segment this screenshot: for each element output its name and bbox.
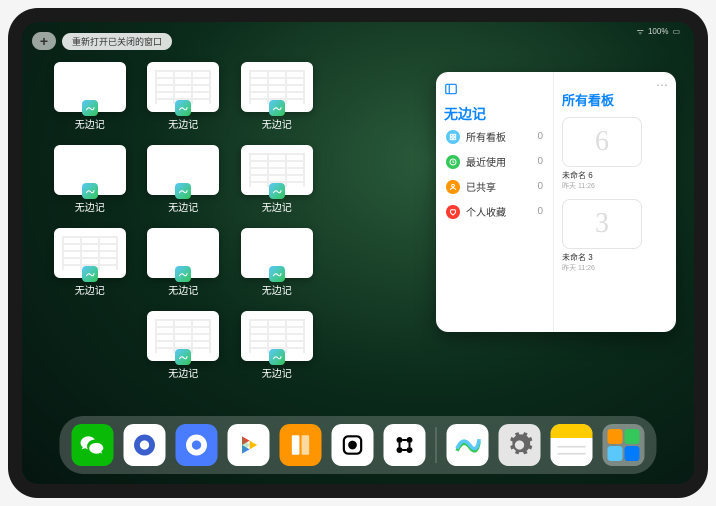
board-item[interactable]: 6 未命名 6昨天 11:26 — [562, 117, 668, 191]
dock-app-wechat[interactable] — [72, 424, 114, 466]
reopen-closed-window-button[interactable]: 重新打开已关闭的窗口 — [62, 33, 172, 50]
sidebar-item-clock[interactable]: 最近使用 0 — [444, 149, 545, 174]
app-window-freeform[interactable]: 无边记 所有看板0最近使用0已共享0个人收藏0 ⋯ 所有看板 6未命名 6昨天 … — [436, 72, 676, 332]
content-title: 所有看板 — [562, 90, 668, 109]
dock — [60, 416, 657, 474]
clock-icon — [446, 155, 460, 169]
board-name: 未命名 3 — [562, 252, 668, 263]
sidebar-toggle-icon[interactable] — [444, 82, 458, 96]
screen: ᯤ 100% ▭ + 重新打开已关闭的窗口 无边记无边记无边记无边记无边记无边记… — [22, 22, 694, 484]
dock-app-freeform[interactable] — [447, 424, 489, 466]
dock-app-play[interactable] — [228, 424, 270, 466]
board-time: 昨天 11:26 — [562, 181, 668, 191]
window-thumbnail[interactable]: 无边记 — [144, 62, 224, 131]
freeform-app-icon — [82, 183, 98, 199]
window-label: 无边记 — [262, 199, 292, 214]
freeform-app-icon — [175, 349, 191, 365]
freeform-app-icon — [175, 100, 191, 116]
sidebar-item-label: 最近使用 — [466, 154, 506, 169]
window-label: 无边记 — [75, 199, 105, 214]
ipad-frame: ᯤ 100% ▭ + 重新打开已关闭的窗口 无边记无边记无边记无边记无边记无边记… — [8, 8, 708, 498]
window-label: 无边记 — [168, 116, 198, 131]
board-item[interactable]: 3 未命名 3昨天 11:26 — [562, 199, 668, 273]
window-thumbnail[interactable]: 无边记 — [144, 311, 224, 380]
freeform-app-icon — [82, 266, 98, 282]
sidebar-item-count: 0 — [537, 206, 543, 217]
dock-app-settings[interactable] — [499, 424, 541, 466]
window-label: 无边记 — [262, 116, 292, 131]
sidebar-item-person[interactable]: 已共享 0 — [444, 174, 545, 199]
window-thumbnail[interactable]: 无边记 — [237, 228, 317, 297]
sidebar-item-label: 已共享 — [466, 179, 496, 194]
board-thumbnail: 6 — [562, 117, 642, 167]
status-bar: ᯤ 100% ▭ — [637, 26, 680, 37]
freeform-app-icon — [269, 266, 285, 282]
window-label: 无边记 — [168, 282, 198, 297]
sidebar-item-heart[interactable]: 个人收藏 0 — [444, 199, 545, 224]
dock-folder[interactable] — [603, 424, 645, 466]
dock-app-notes[interactable] — [551, 424, 593, 466]
sidebar-item-count: 0 — [537, 156, 543, 167]
dock-app-quark[interactable] — [176, 424, 218, 466]
window-thumbnail[interactable]: 无边记 — [144, 145, 224, 214]
sidebar-item-grid[interactable]: 所有看板 0 — [444, 124, 545, 149]
freeform-app-icon — [269, 100, 285, 116]
sidebar: 无边记 所有看板 0 最近使用 0 已共享 0 个人收藏 0 — [436, 72, 554, 332]
window-thumbnail[interactable]: 无边记 — [144, 228, 224, 297]
main-content: ⋯ 所有看板 6未命名 6昨天 11:263未命名 3昨天 11:26 — [554, 72, 676, 332]
freeform-app-icon — [269, 349, 285, 365]
sidebar-item-count: 0 — [537, 181, 543, 192]
window-thumbnail[interactable]: 无边记 — [237, 311, 317, 380]
board-name: 未命名 6 — [562, 170, 668, 181]
more-icon[interactable]: ⋯ — [562, 82, 668, 88]
window-thumbnail[interactable]: 无边记 — [50, 145, 130, 214]
person-icon — [446, 180, 460, 194]
window-thumbnail[interactable]: 无边记 — [237, 145, 317, 214]
window-thumbnail[interactable]: 无边记 — [50, 228, 130, 297]
sidebar-item-label: 个人收藏 — [466, 204, 506, 219]
window-label: 无边记 — [168, 365, 198, 380]
grid-icon — [446, 130, 460, 144]
window-label: 无边记 — [75, 282, 105, 297]
freeform-app-icon — [82, 100, 98, 116]
window-label: 无边记 — [168, 199, 198, 214]
wifi-icon: ᯤ — [637, 26, 644, 37]
dock-app-scan[interactable] — [384, 424, 426, 466]
stage-manager-grid: 无边记无边记无边记无边记无边记无边记无边记无边记无边记无边记无边记 — [50, 62, 410, 380]
dock-app-dice[interactable] — [332, 424, 374, 466]
window-thumbnail[interactable]: 无边记 — [50, 62, 130, 131]
sidebar-item-label: 所有看板 — [466, 129, 506, 144]
board-thumbnail: 3 — [562, 199, 642, 249]
sidebar-title: 无边记 — [444, 104, 545, 124]
top-controls: + 重新打开已关闭的窗口 — [32, 32, 172, 50]
heart-icon — [446, 205, 460, 219]
dock-separator — [436, 427, 437, 463]
sidebar-item-count: 0 — [537, 131, 543, 142]
window-label: 无边记 — [262, 365, 292, 380]
new-window-button[interactable]: + — [32, 32, 56, 50]
window-label: 无边记 — [75, 116, 105, 131]
window-thumbnail[interactable]: 无边记 — [237, 62, 317, 131]
battery-label: 100% — [648, 27, 668, 36]
dock-app-quark-hd[interactable] — [124, 424, 166, 466]
board-time: 昨天 11:26 — [562, 263, 668, 273]
dock-app-books[interactable] — [280, 424, 322, 466]
window-label: 无边记 — [262, 282, 292, 297]
battery-icon: ▭ — [672, 27, 680, 36]
freeform-app-icon — [175, 183, 191, 199]
freeform-app-icon — [269, 183, 285, 199]
freeform-app-icon — [175, 266, 191, 282]
